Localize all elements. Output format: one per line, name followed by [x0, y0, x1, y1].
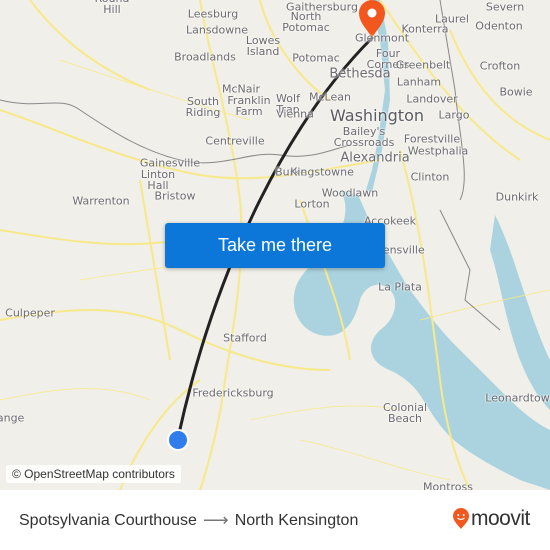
place-label: Largo: [438, 108, 470, 122]
place-label: Warrenton: [72, 194, 130, 208]
place-label: Dunkirk: [495, 190, 539, 204]
moovit-pin-icon: [453, 508, 469, 529]
destination-name: North Kensington: [234, 511, 359, 529]
place-label: Lorton: [294, 197, 330, 211]
place-label: Odenton: [475, 19, 523, 33]
place-label: Fredericksburg: [192, 386, 274, 400]
route-summary: Spotsylvania Courthouse ⟶ North Kensingt…: [19, 510, 358, 531]
place-label: Kingstowne: [290, 165, 354, 179]
arrow-right-icon: ⟶: [202, 510, 229, 530]
place-label: Lansdowne: [185, 23, 249, 37]
origin-name: Spotsylvania Courthouse: [19, 511, 197, 529]
place-label: Woodlawn: [321, 186, 379, 200]
place-label: South Riding: [185, 95, 221, 119]
place-label: North Potomac: [282, 10, 330, 34]
place-label: Vienna: [276, 107, 314, 121]
origin-marker: [167, 429, 189, 451]
place-label: Franklin Farm: [227, 94, 271, 118]
place-label: Bristow: [154, 189, 196, 203]
take-me-there-button[interactable]: Take me there: [165, 223, 385, 268]
place-label: Severn: [485, 0, 525, 14]
place-label: Colonial Beach: [382, 401, 428, 425]
place-label: Landover: [406, 92, 458, 106]
place-label: Konterra: [401, 22, 449, 36]
brand-wordmark: moovit: [471, 507, 530, 530]
place-label: Washington: [329, 106, 425, 125]
place-label: Centreville: [205, 134, 265, 148]
footer: Spotsylvania Courthouse ⟶ North Kensingt…: [0, 490, 550, 550]
place-label: Crofton: [479, 59, 521, 73]
patuxent-river: [490, 215, 550, 410]
place-label: Bailey's Crossroads: [333, 125, 395, 149]
place-label: Leonardtown: [485, 391, 550, 405]
place-label: Forestville: [403, 132, 461, 146]
place-label: Broadlands: [174, 50, 236, 64]
place-label: Culpeper: [5, 306, 55, 320]
place-label: Potomac: [292, 51, 340, 65]
place-label: RoundHill: [95, 0, 130, 16]
place-label: Leesburg: [187, 7, 239, 21]
map[interactable]: RoundHillLeesburgGaithersburgNorthPotoma…: [0, 0, 550, 490]
place-label: Bowie: [499, 85, 533, 99]
place-label: McNair: [221, 82, 261, 96]
place-label: Lowes Island: [245, 34, 281, 58]
place-label: Clinton: [410, 170, 450, 184]
place-label: Gainesville: [139, 156, 201, 170]
map-attribution[interactable]: © OpenStreetMap contributors: [6, 465, 181, 483]
place-label: McLean: [309, 90, 351, 104]
place-label: Westphalia: [407, 144, 469, 158]
place-label: La Plata: [378, 280, 422, 294]
place-label: Stafford: [223, 331, 267, 345]
place-label: Montross: [423, 480, 473, 491]
place-label: Lanham: [396, 75, 442, 89]
place-label: Greenbelt: [395, 58, 451, 72]
moovit-logo[interactable]: moovit: [452, 507, 530, 531]
place-label: Alexandria: [340, 150, 410, 166]
place-label: Orange: [0, 411, 25, 425]
place-label: Linton Hall: [140, 168, 176, 192]
